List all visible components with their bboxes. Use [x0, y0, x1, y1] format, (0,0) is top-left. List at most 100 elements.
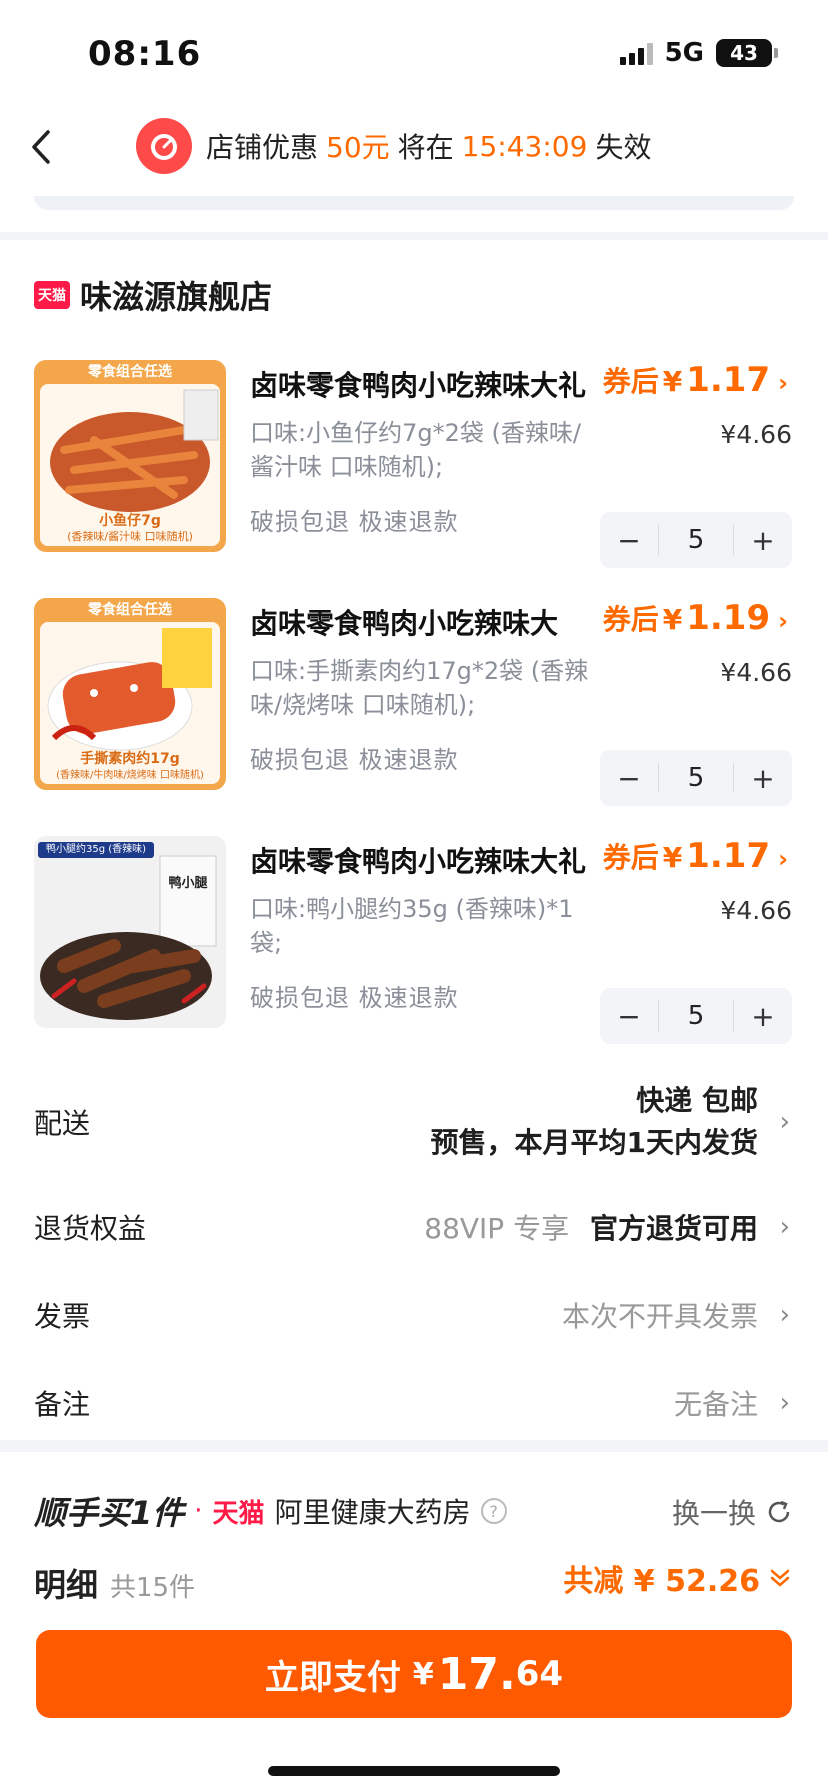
coupon-currency: ¥ [662, 365, 683, 398]
item-count: 共15件 [110, 1573, 196, 1603]
checkout-bar: 顺手买1件 · 天猫 阿里健康大药房 ? 换一换 明细 共15件 共减 ¥ 52… [0, 1452, 828, 1792]
invoice-row[interactable]: 发票 本次不开具发票 › [0, 1280, 828, 1350]
double-chevron-down-icon [770, 1569, 790, 1587]
tmall-badge: 天猫 [34, 281, 70, 309]
back-button[interactable] [30, 126, 60, 168]
top-bar: 08:16 5G 43 店铺优惠 50元 将在 15:43:09 失效 [0, 0, 828, 232]
quantity-stepper: − 5 + [600, 750, 792, 806]
coupon-label: 券后 [602, 365, 659, 398]
returns-row[interactable]: 退货权益 88VIP 专享 官方退货可用 › [0, 1192, 828, 1262]
item-spec[interactable]: 口味:鸭小腿约35g (香辣味)*1袋; [250, 892, 600, 960]
coupon-price[interactable]: 券后 ¥ 1.17 › [603, 836, 788, 876]
thumb-name: 小鱼仔7g [99, 513, 161, 529]
item-service: 破损包退 极速退款 [250, 984, 459, 1012]
chevron-right-icon: › [779, 1300, 790, 1330]
coupon-amount: 1.19 [686, 598, 771, 638]
chevron-right-icon: › [779, 1107, 790, 1137]
invoice-label: 发票 [34, 1300, 91, 1333]
pay-amount-decimal: 64 [515, 1654, 564, 1694]
chevron-left-icon [32, 130, 50, 164]
decrease-button[interactable]: − [600, 524, 658, 557]
increase-button[interactable]: + [734, 1000, 792, 1033]
delivery-row[interactable]: 配送 快递 包邮 预售，本月平均1天内发货 › [0, 1072, 828, 1172]
thumb-name: 鸭小腿 [168, 876, 208, 891]
chevron-right-icon: › [778, 607, 788, 635]
chevron-right-icon: › [779, 1212, 790, 1242]
quantity-value[interactable]: 5 [658, 1001, 734, 1031]
item-original-price: ¥4.66 [720, 420, 792, 449]
increase-button[interactable]: + [734, 524, 792, 557]
pay-label: 立即支付 [264, 1657, 401, 1698]
promo-suffix: 失效 [595, 131, 652, 164]
coupon-amount: 1.17 [686, 836, 771, 876]
delivery-label: 配送 [34, 1107, 91, 1140]
order-detail[interactable]: 明细 共15件 [34, 1560, 195, 1606]
returns-info: 88VIP 专享 官方退货可用 [424, 1207, 758, 1247]
product-image[interactable]: 鸭小腿约35g (香辣味) 鸭小腿 [34, 836, 226, 1028]
coupon-amount: 1.17 [686, 360, 771, 400]
thumb-note: (香辣味/牛肉味/烧烤味 口味随机) [56, 770, 204, 781]
coupon-label: 券后 [602, 603, 659, 636]
pay-now-button[interactable]: 立即支付 ¥ 17. 64 [36, 1630, 792, 1718]
quantity-stepper: − 5 + [600, 988, 792, 1044]
home-indicator [268, 1766, 560, 1776]
item-spec[interactable]: 口味:小鱼仔约7g*2袋 (香辣味/酱汁味 口味随机); [250, 416, 600, 484]
item-original-price: ¥4.66 [720, 658, 792, 687]
coupon-price[interactable]: 券后 ¥ 1.19 › [603, 598, 788, 638]
refresh-icon [768, 1500, 790, 1523]
delivery-time: 预售，本月平均1天内发货 [430, 1126, 758, 1159]
status-time: 08:16 [88, 34, 202, 74]
item-title[interactable]: 卤味零食鸭肉小吃辣味大礼 [250, 364, 586, 404]
product-image[interactable]: 零食组合任选 小鱼仔7g (香辣味/酱汁味 口味随机) [34, 360, 226, 552]
thumb-note: (香辣味/酱汁味 口味随机) [67, 530, 193, 543]
item-title[interactable]: 卤味零食鸭肉小吃辣味大礼 [250, 840, 586, 880]
coupon-currency: ¥ [662, 841, 683, 874]
help-icon[interactable]: ? [480, 1498, 507, 1524]
total-discount-value: 共减 ¥ 52.26 [563, 1564, 760, 1599]
cart-item[interactable]: 零食组合任选 小鱼仔7g (香辣味/酱汁味 口味随机) 卤味零食鸭肉小吃辣味大礼… [0, 360, 828, 598]
store-header[interactable]: 天猫 味滋源旗舰店 [34, 272, 272, 318]
quantity-value[interactable]: 5 [658, 763, 734, 793]
cart-item[interactable]: 零食组合任选 手撕素肉约17g (香辣味/牛肉味/烧烤味 口味随机) 卤味零食鸭… [0, 598, 828, 836]
swap-label: 换一换 [671, 1497, 756, 1530]
promo-prefix: 店铺优惠 [206, 131, 319, 164]
remark-value: 无备注 [673, 1388, 758, 1421]
invoice-value: 本次不开具发票 [561, 1300, 758, 1333]
delivery-info: 快递 包邮 预售，本月平均1天内发货 [431, 1080, 758, 1164]
product-image[interactable]: 零食组合任选 手撕素肉约17g (香辣味/牛肉味/烧烤味 口味随机) [34, 598, 226, 790]
decrease-button[interactable]: − [600, 1000, 658, 1033]
item-spec[interactable]: 口味:手撕素肉约17g*2袋 (香辣味/烧烤味 口味随机); [250, 654, 600, 722]
item-title[interactable]: 卤味零食鸭肉小吃辣味大 [250, 602, 558, 642]
addon-header: 顺手买1件 · 天猫 阿里健康大药房 ? [34, 1488, 507, 1534]
coupon-label: 券后 [602, 841, 659, 874]
chevron-right-icon: › [779, 1388, 790, 1418]
increase-button[interactable]: + [734, 762, 792, 795]
item-service: 破损包退 极速退款 [250, 746, 459, 774]
thumb-top-label: 零食组合任选 [88, 364, 172, 380]
decrease-button[interactable]: − [600, 762, 658, 795]
thumb-top-label: 鸭小腿约35g (香辣味) [45, 844, 147, 855]
timer-icon [136, 118, 192, 174]
addon-dot: · [194, 1496, 203, 1526]
pay-amount-integer: 17. [437, 1648, 516, 1700]
status-indicators: 5G 43 [619, 38, 778, 68]
detail-title: 明细 [34, 1566, 99, 1604]
promo-middle: 将在 [397, 131, 454, 164]
delivery-method: 快递 包邮 [636, 1084, 758, 1117]
cart-item[interactable]: 鸭小腿约35g (香辣味) 鸭小腿 卤味零食鸭肉小吃辣味大礼 券后 ¥ 1.17… [0, 836, 828, 1074]
store-discount-banner: 店铺优惠 50元 将在 15:43:09 失效 [136, 116, 659, 176]
battery-icon: 43 [716, 39, 778, 67]
coupon-price[interactable]: 券后 ¥ 1.17 › [603, 360, 788, 400]
network-type: 5G [664, 38, 704, 68]
quantity-value[interactable]: 5 [658, 525, 734, 555]
returns-label: 退货权益 [34, 1212, 147, 1245]
addon-title: 顺手买1件 [34, 1494, 185, 1532]
item-original-price: ¥4.66 [720, 896, 792, 925]
store-name: 味滋源旗舰店 [80, 278, 273, 316]
quantity-stepper: − 5 + [600, 512, 792, 568]
total-discount[interactable]: 共减 ¥ 52.26 [563, 1556, 792, 1600]
thumb-name: 手撕素肉约17g [80, 751, 180, 767]
remark-row[interactable]: 备注 无备注 › [0, 1368, 828, 1438]
swap-button[interactable]: 换一换 [672, 1492, 792, 1532]
item-service: 破损包退 极速退款 [250, 508, 459, 536]
